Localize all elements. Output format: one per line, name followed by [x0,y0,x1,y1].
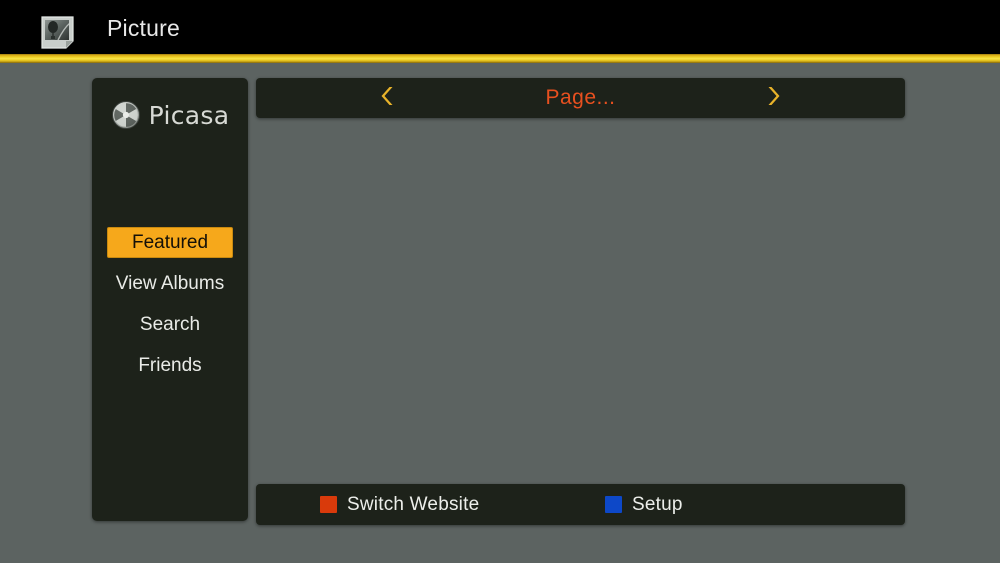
sidebar-item-label: Friends [138,354,202,376]
action-setup[interactable]: Setup [605,484,683,525]
action-label: Setup [632,493,683,515]
camera-aperture-icon [111,100,141,130]
thumbnail-grid-empty [256,126,905,476]
action-bar: Switch Website Setup [256,484,905,525]
app-header: Picture [0,0,1000,54]
sidebar-item-friends[interactable]: Friends [107,350,233,381]
sidebar-item-featured[interactable]: Featured [107,227,233,258]
sidebar-panel: Picasa Featured View Albums Search Frien… [92,78,248,521]
action-switch-website[interactable]: Switch Website [320,484,479,525]
sidebar-item-label: Featured [131,231,209,253]
page-title: Picture [107,15,180,41]
page-indicator-label: Page... [545,86,616,109]
previous-page-button[interactable] [370,78,406,118]
pagination-bar: Page... [256,78,905,118]
sidebar-item-label: Search [139,313,201,335]
sidebar-item-view-albums[interactable]: View Albums [107,268,233,299]
action-label: Switch Website [347,493,480,515]
sidebar-item-label: View Albums [115,272,225,294]
picasa-brand: Picasa [92,95,248,135]
picture-app-screen: Picture Picasa Featured View Albums Sear… [0,0,1000,563]
picture-file-icon [40,15,75,50]
chevron-right-icon [765,85,781,112]
sidebar-item-search[interactable]: Search [107,309,233,340]
header-accent-divider [0,54,1000,63]
next-page-button[interactable] [755,78,791,118]
red-key-swatch-icon [320,496,337,513]
picasa-brand-label: Picasa [148,100,230,130]
blue-key-swatch-icon [605,496,622,513]
chevron-left-icon [380,85,396,112]
